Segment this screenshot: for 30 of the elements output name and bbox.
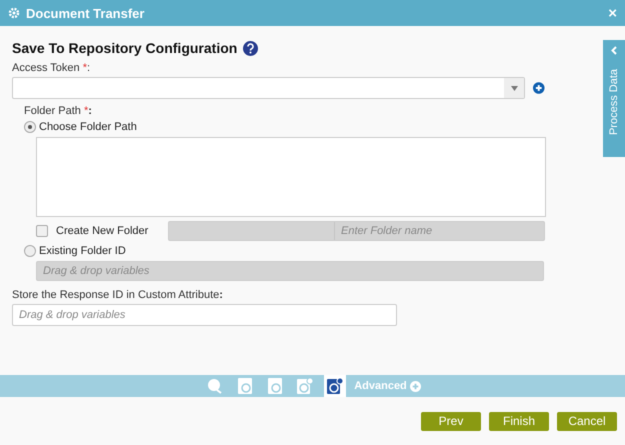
folder-id-field[interactable]: Drag & drop variables [36,261,544,281]
radio-label: Choose Folder Path [39,121,137,133]
help-icon[interactable] [243,40,258,56]
gear-icon [8,7,20,19]
checkbox[interactable] [36,225,48,237]
folder-path-label: Folder Path *: [24,105,93,117]
checkbox-label: Create New Folder [56,225,148,237]
add-icon [410,380,421,392]
radio-button[interactable] [24,245,36,257]
custom-attribute-label: Store the Response ID in Custom Attribute: [12,289,224,301]
folder-name-field[interactable]: Enter Folder name [168,221,545,241]
radio-label: Existing Folder ID [39,245,126,257]
footer-button[interactable]: Cancel [557,412,617,430]
add-icon[interactable] [533,82,545,94]
custom-attribute-field[interactable]: Drag & drop variables [12,304,397,326]
process-data-tab[interactable]: Process Data [603,40,625,157]
page-heading: Save To Repository Configuration [12,40,238,56]
access-token-dropdown[interactable] [12,77,526,99]
disc-gear-icon [297,378,314,394]
footer-button[interactable]: Prev [421,412,481,430]
access-token-label: Access Token *: [12,62,92,74]
footer-button[interactable]: Finish [489,412,549,430]
advanced-button[interactable]: Advanced [354,380,421,392]
caret-icon [510,86,518,90]
disc-gear-icon [327,378,344,394]
radio-button[interactable] [24,121,36,133]
window-title: Document Transfer [26,6,146,20]
step-tab[interactable] [324,375,346,397]
chevron-left-icon [611,46,617,55]
close-button[interactable]: × [608,4,617,22]
